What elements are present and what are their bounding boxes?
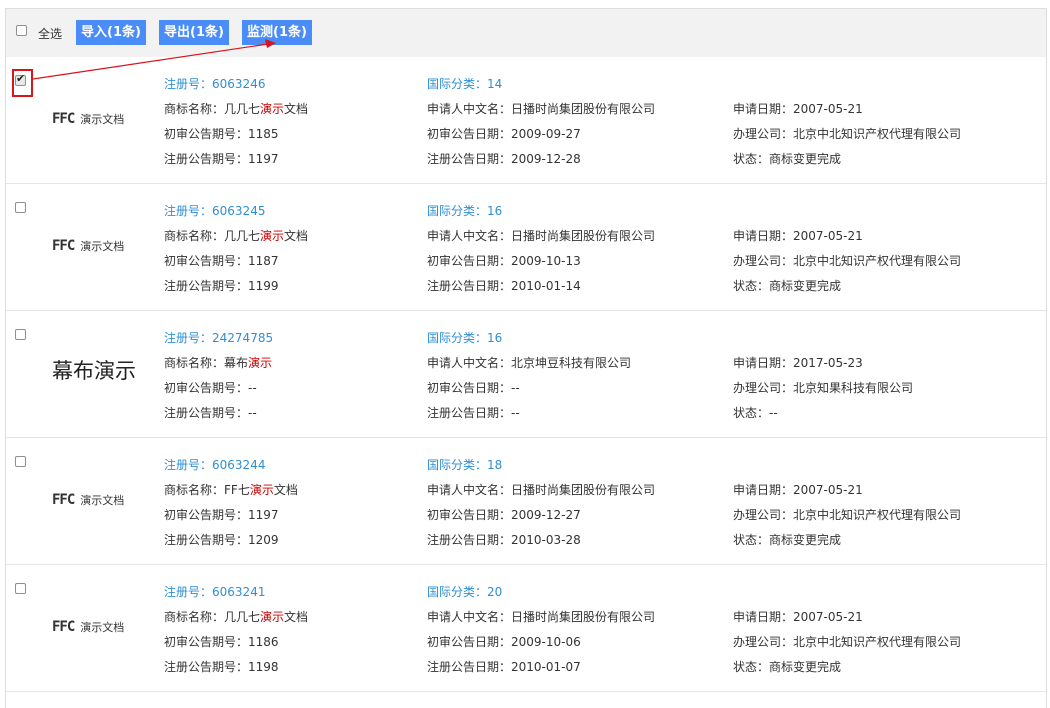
annotation-arrow-icon [32, 39, 276, 80]
